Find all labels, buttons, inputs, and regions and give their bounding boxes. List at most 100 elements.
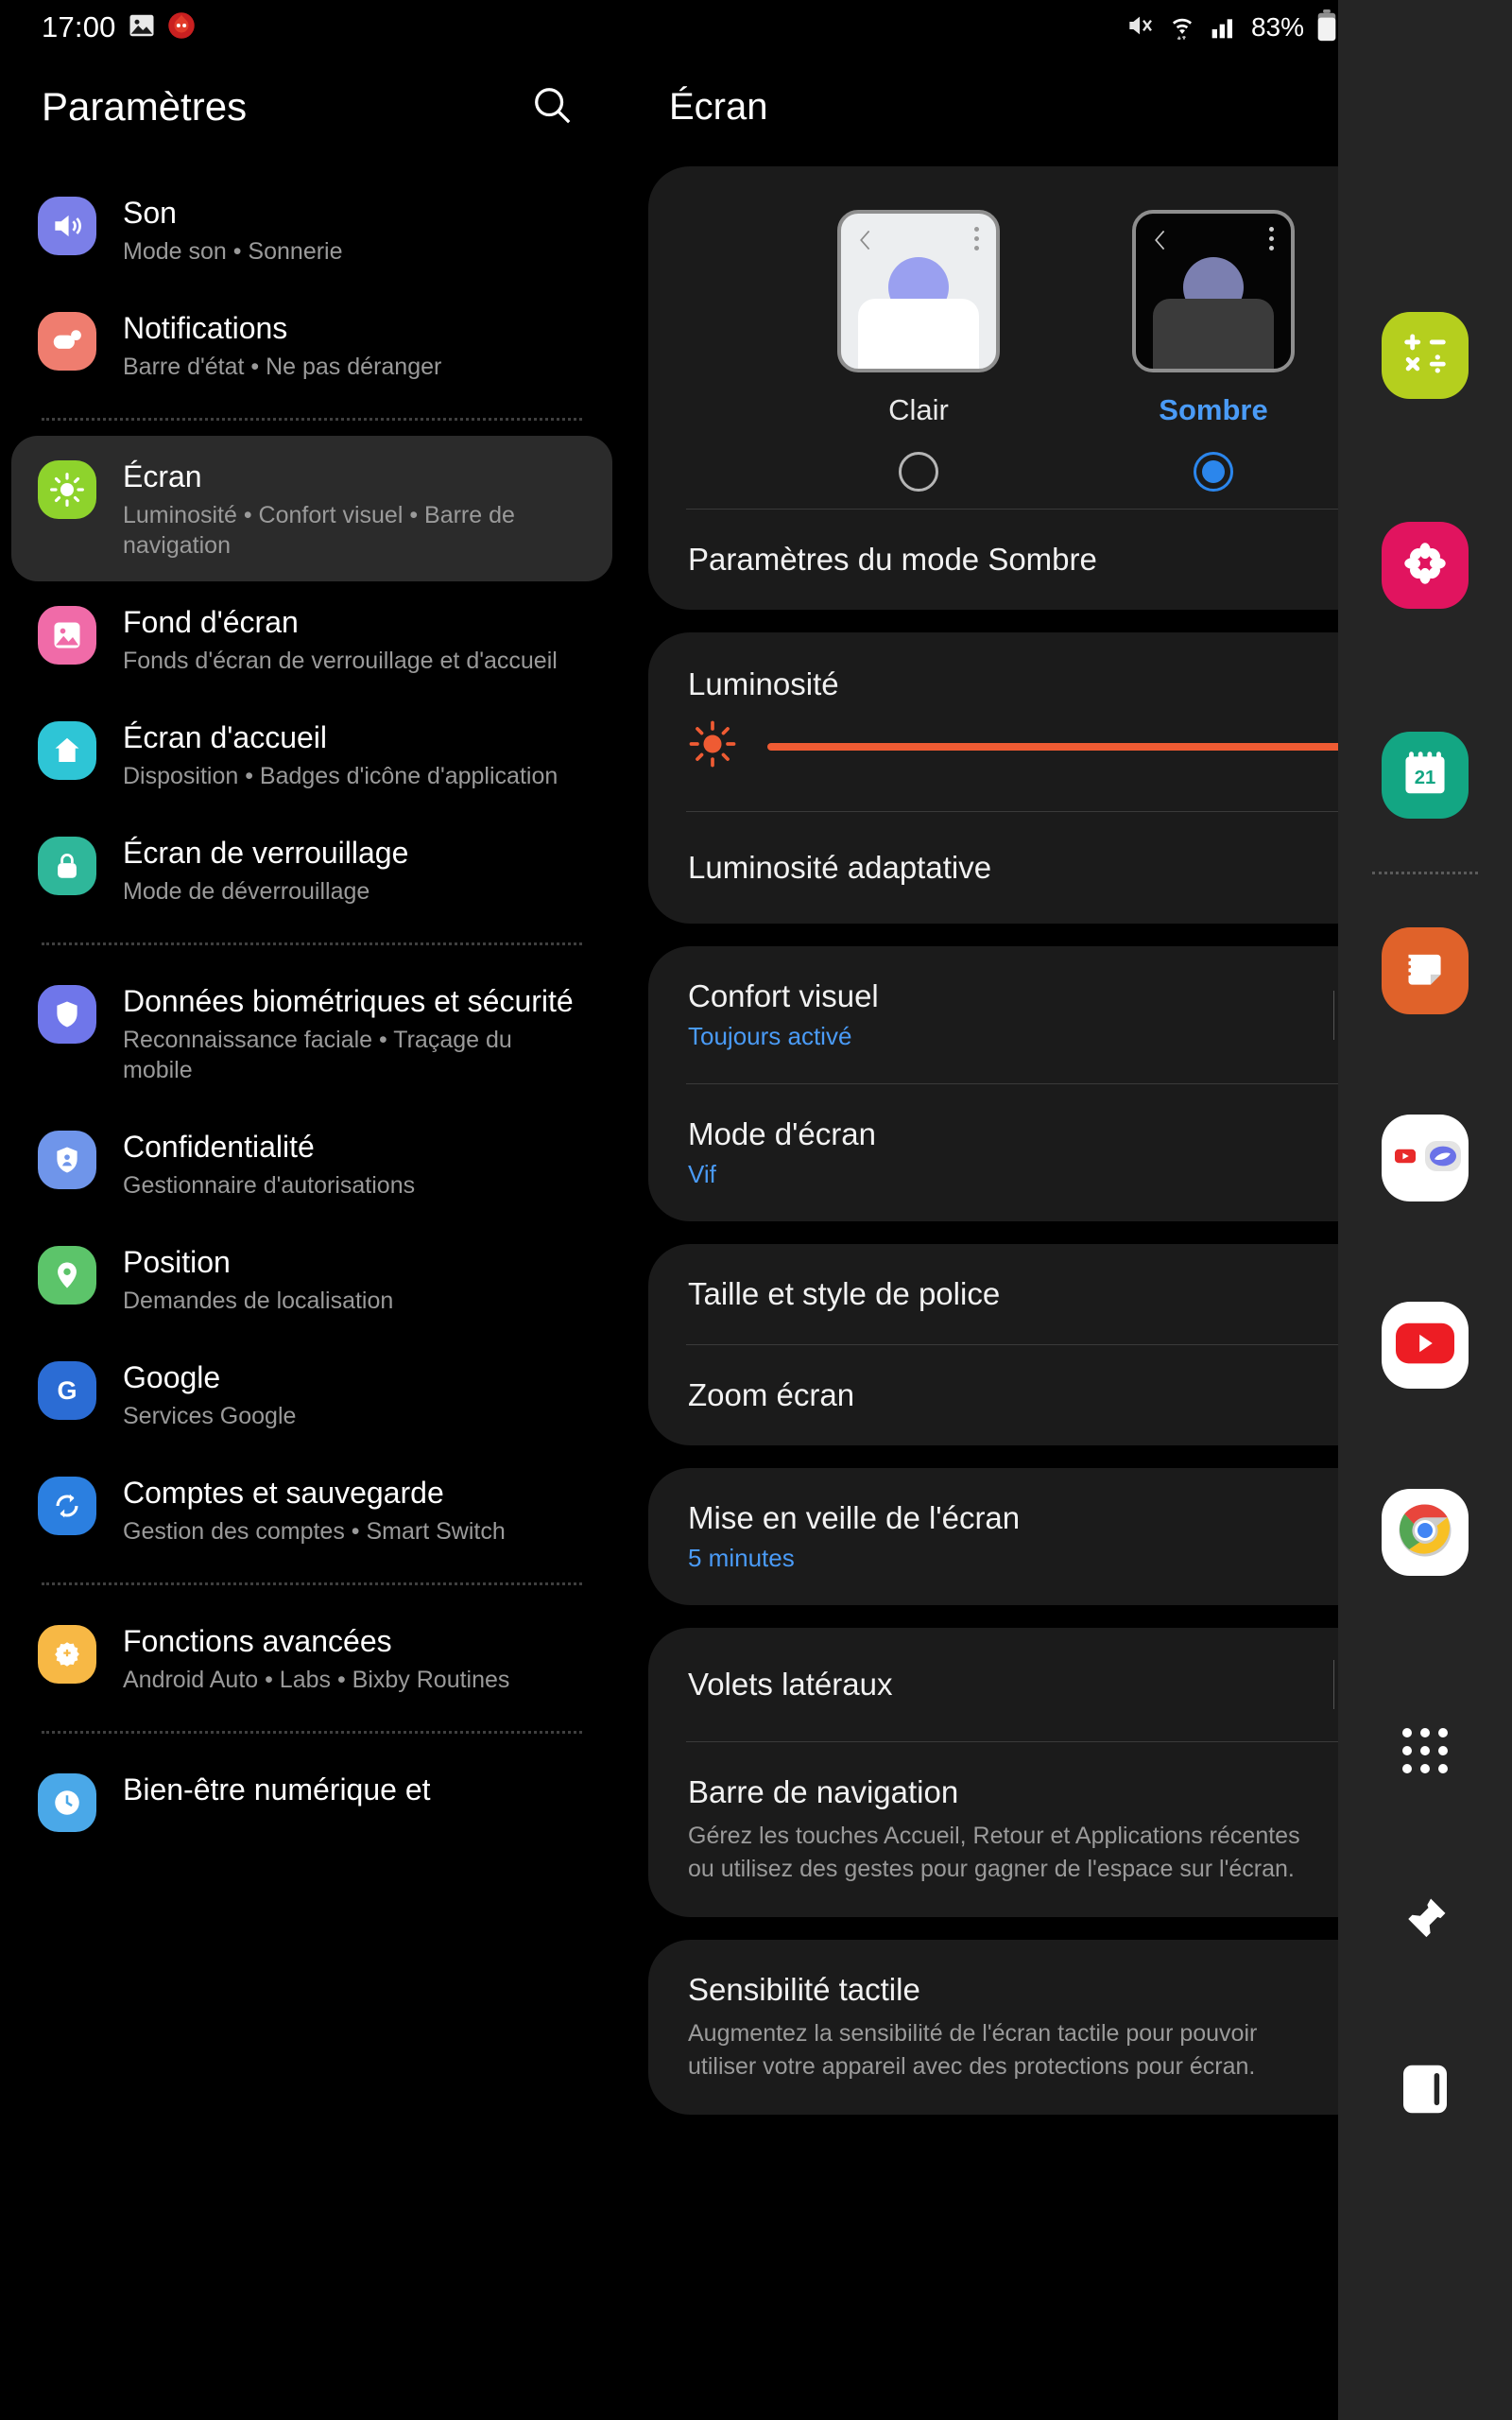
page-title: Paramètres [42,84,248,129]
sidebar-item-text: Google Services Google [123,1357,296,1431]
divider [1333,1660,1334,1709]
settings-sidebar: Paramètres Son Mode son • Sonnerie Notific… [0,55,624,2420]
theme-option-sombre[interactable]: Sombre [1132,210,1295,492]
chevron-left-icon [1151,229,1170,256]
sidebar-item-son[interactable]: Son Mode son • Sonnerie [11,172,612,287]
sidebar-item-label: Google [123,1360,221,1395]
wifi-icon [1166,11,1198,44]
navigation-bar-label: Barre de navigation [688,1774,959,1809]
adaptive-brightness-label: Luminosité adaptative [688,850,992,885]
theme-option-clair[interactable]: Clair [837,210,1000,492]
eye-comfort-status: Toujours activé [688,1022,852,1050]
status-bar-clock: 17:00 [42,10,116,43]
edge-app-youtube[interactable] [1382,1302,1469,1389]
sidebar-item-text: Comptes et sauvegarde Gestion des comptes… [123,1473,506,1547]
sidebar-item-google[interactable]: G Google Services Google [11,1337,612,1452]
theme-label-clair: Clair [888,393,949,426]
chevron-left-icon [856,229,875,256]
search-icon [530,83,574,131]
sidebar-item-label: Confidentialité [123,1130,315,1165]
location-pin-icon [38,1246,96,1305]
split-screen-icon [1403,2063,1447,2120]
dark-theme-preview [1132,210,1295,372]
sidebar-item-sublabel: Luminosité • Confort visuel • Barre de n… [123,502,515,560]
edge-app-chrome[interactable] [1382,1489,1469,1576]
touch-sensitivity-label: Sensibilité tactile [688,1972,920,2007]
sidebar-item-text: Écran Luminosité • Confort visuel • Barre… [123,457,584,561]
edge-app-calculatrice[interactable] [1382,312,1469,399]
sidebar-item-sublabel: Android Auto • Labs • Bixby Routines [123,1667,510,1694]
edge-tool-toutes-les-applications[interactable] [1392,1718,1458,1784]
sidebar-separator [42,942,582,946]
status-bar-left: 17:00 [0,10,196,44]
app-notification-icon [167,11,196,44]
navigation-bar-description: Gérez les touches Accueil, Retour et App… [688,1823,1300,1882]
image-icon [128,11,156,44]
svg-text:21: 21 [1415,768,1436,788]
sidebar-item-bien-etre[interactable]: Bien-être numérique et [11,1749,612,1853]
theme-radio-clair[interactable] [899,452,938,492]
sidebar-header: Paramètres [0,55,624,159]
sidebar-item-text: Bien-être numérique et [123,1770,431,1808]
sidebar-item-label: Position [123,1245,231,1280]
sidebar-item-label: Fond d'écran [123,605,299,640]
mute-icon [1125,10,1155,45]
detail-title: Écran [669,85,768,128]
screen-zoom-label: Zoom écran [688,1377,855,1412]
sidebar-item-text: Notifications Barre d'état • Ne pas déran… [123,308,441,382]
google-g-icon: G [38,1361,96,1421]
gallery-flower-icon [1399,537,1452,595]
edge-app-galerie[interactable] [1382,522,1469,609]
sidebar-item-sublabel: Gestionnaire d'autorisations [123,1172,416,1200]
sidebar-item-label: Comptes et sauvegarde [123,1476,444,1511]
screen-mode-value: Vif [688,1160,716,1188]
sidebar-item-text: Son Mode son • Sonnerie [123,193,343,267]
sidebar-item-comptes[interactable]: Comptes et sauvegarde Gestion des comptes… [11,1452,612,1567]
sidebar-item-label: Écran de verrouillage [123,836,409,871]
sidebar-item-sublabel: Services Google [123,1403,297,1430]
edge-panel: 21 [1338,0,1512,2420]
sidebar-item-sublabel: Mode de déverrouillage [123,878,370,906]
touch-sensitivity-description: Augmentez la sensibilité de l'écran tact… [688,2020,1258,2080]
light-theme-preview [837,210,1000,372]
battery-percent: 83% [1250,12,1304,42]
sidebar-item-fond-ecran[interactable]: Fond d'écran Fonds d'écran de verrouillag… [11,581,612,697]
edge-app-youtube-internet-pair[interactable] [1382,1115,1469,1201]
sidebar-item-text: Données biométriques et sécurité Reconnai… [123,981,584,1085]
sidebar-item-position[interactable]: Position Demandes de localisation [11,1221,612,1337]
advanced-gear-icon [38,1625,96,1685]
sidebar-item-text: Fonctions avancées Android Auto • Labs • … [123,1621,509,1695]
sidebar-item-ecran-accueil[interactable]: Écran d'accueil Disposition • Badges d'ic… [11,697,612,812]
sidebar-item-label: Données biométriques et sécurité [123,984,574,1019]
battery-icon [1315,9,1338,46]
shield-icon [38,985,96,1045]
edge-app-notes[interactable] [1382,927,1469,1014]
edge-tool-ecran-partage[interactable] [1392,2058,1458,2124]
svg-text:G: G [57,1376,77,1405]
edge-panel-separator [1372,872,1478,874]
theme-radio-sombre[interactable] [1194,452,1233,492]
sidebar-item-sublabel: Barre d'état • Ne pas déranger [123,354,442,381]
calendar-icon: 21 [1398,746,1452,805]
sidebar-item-sublabel: Gestion des comptes • Smart Switch [123,1518,506,1546]
search-button[interactable] [522,77,582,137]
sidebar-item-ecran[interactable]: Écran Luminosité • Confort visuel • Barre… [11,436,612,582]
sidebar-item-fonctions-avancees[interactable]: Fonctions avancées Android Auto • Labs • … [11,1600,612,1716]
sidebar-item-biometrie[interactable]: Données biométriques et sécurité Reconnai… [11,960,612,1106]
apps-grid-icon [1402,1728,1448,1773]
sidebar-item-sublabel: Mode son • Sonnerie [123,238,343,266]
sidebar-item-text: Écran d'accueil Disposition • Badges d'ic… [123,717,558,791]
screen-mode-label: Mode d'écran [688,1116,876,1151]
dark-mode-settings-label: Paramètres du mode Sombre [688,542,1097,577]
sidebar-item-notifications[interactable]: Notifications Barre d'état • Ne pas déran… [11,287,612,403]
sidebar-item-confidentialite[interactable]: Confidentialité Gestionnaire d'autorisati… [11,1106,612,1221]
split-panes: Paramètres Son Mode son • Sonnerie Notific… [0,0,1512,2420]
edge-app-calendrier[interactable]: 21 [1382,732,1469,819]
sidebar-item-label: Notifications [123,311,288,346]
sidebar-item-sublabel: Fonds d'écran de verrouillage et d'accue… [123,648,558,675]
status-bar: 17:00 83% [0,0,1512,55]
edge-tool-epingler[interactable] [1392,1888,1458,1954]
sidebar-item-ecran-verrouillage[interactable]: Écran de verrouillage Mode de déverrouill… [11,812,612,927]
youtube-icon [1396,1322,1454,1369]
sidebar-item-text: Fond d'écran Fonds d'écran de verrouillag… [123,602,558,676]
